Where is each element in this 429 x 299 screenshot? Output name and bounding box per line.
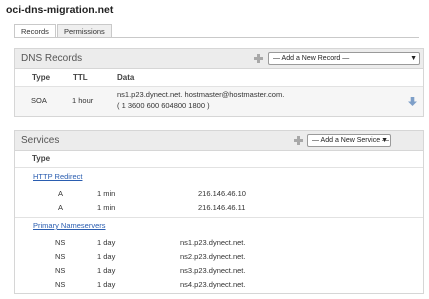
page-title: oci-dns-migration.net [6, 4, 114, 16]
services-header: Services — Add a New Service — ▼ [15, 131, 423, 151]
soa-record-row[interactable]: SOA 1 hour ns1.p23.dynect.net. hostmaste… [15, 87, 423, 116]
add-record-select[interactable]: — Add a New Record — ▼ [268, 52, 420, 65]
tab-bar: Records Permissions [14, 24, 113, 38]
record-ttl: 1 min [97, 189, 116, 198]
record-data: ns3.p23.dynect.net. [180, 266, 246, 275]
column-type: Type [32, 154, 51, 163]
record-row[interactable]: NS 1 day ns2.p23.dynect.net. [15, 251, 423, 263]
dns-records-column-header: Type TTL Data [15, 69, 423, 87]
group-link-http-redirect[interactable]: HTTP Redirect [33, 172, 82, 181]
column-ttl: TTL [73, 73, 88, 82]
chevron-down-icon: ▼ [410, 55, 417, 62]
record-type: A [58, 189, 64, 198]
services-column-header: Type [15, 151, 423, 168]
column-data: Data [117, 73, 135, 82]
record-type: A [58, 203, 64, 212]
column-type: Type [32, 73, 51, 82]
record-ttl: 1 day [97, 238, 116, 247]
soa-data-line1: ns1.p23.dynect.net. hostmaster@hostmaste… [117, 90, 285, 99]
soa-data-line2: ( 1 3600 600 604800 1800 ) [117, 101, 210, 110]
dns-records-header: DNS Records — Add a New Record — ▼ [15, 49, 423, 69]
tab-records[interactable]: Records [14, 24, 56, 38]
record-ttl: 1 min [97, 203, 116, 212]
record-type: NS [55, 252, 66, 261]
record-row[interactable]: A 1 min 216.146.46.10 [15, 188, 423, 200]
record-row[interactable]: A 1 min 216.146.46.11 [15, 202, 423, 214]
services-panel: Services — Add a New Service — ▼ Type HT… [14, 130, 424, 294]
record-type: NS [55, 238, 66, 247]
soa-type: SOA [31, 96, 47, 105]
tabs-divider [14, 37, 419, 38]
add-record-select-value: — Add a New Record — [273, 55, 350, 62]
services-title: Services [21, 135, 60, 146]
record-row[interactable]: NS 1 day ns3.p23.dynect.net. [15, 265, 423, 277]
record-data: ns1.p23.dynect.net. [180, 238, 246, 247]
record-data: ns2.p23.dynect.net. [180, 252, 246, 261]
record-data: 216.146.46.10 [198, 189, 246, 198]
soa-ttl: 1 hour [72, 96, 94, 105]
record-ttl: 1 day [97, 252, 116, 261]
dns-records-panel: DNS Records — Add a New Record — ▼ Type … [14, 48, 424, 117]
group-divider [15, 217, 423, 218]
add-service-plus-icon[interactable] [294, 136, 303, 145]
record-row[interactable]: NS 1 day ns1.p23.dynect.net. [15, 237, 423, 249]
add-service-select-value: — Add a New Service — [312, 137, 390, 144]
group-link-primary-nameservers[interactable]: Primary Nameservers [33, 221, 106, 230]
record-row[interactable]: NS 1 day ns4.p23.dynect.net. [15, 279, 423, 291]
add-record-plus-icon[interactable] [254, 54, 263, 63]
record-type: NS [55, 266, 66, 275]
record-ttl: 1 day [97, 280, 116, 289]
arrow-down-icon[interactable] [408, 97, 417, 106]
chevron-down-icon: ▼ [381, 137, 388, 144]
record-data: 216.146.46.11 [198, 203, 246, 212]
record-ttl: 1 day [97, 266, 116, 275]
dns-records-title: DNS Records [21, 53, 83, 64]
add-service-select[interactable]: — Add a New Service — ▼ [307, 134, 391, 147]
record-data: ns4.p23.dynect.net. [180, 280, 246, 289]
record-type: NS [55, 280, 66, 289]
tab-permissions[interactable]: Permissions [56, 24, 112, 38]
